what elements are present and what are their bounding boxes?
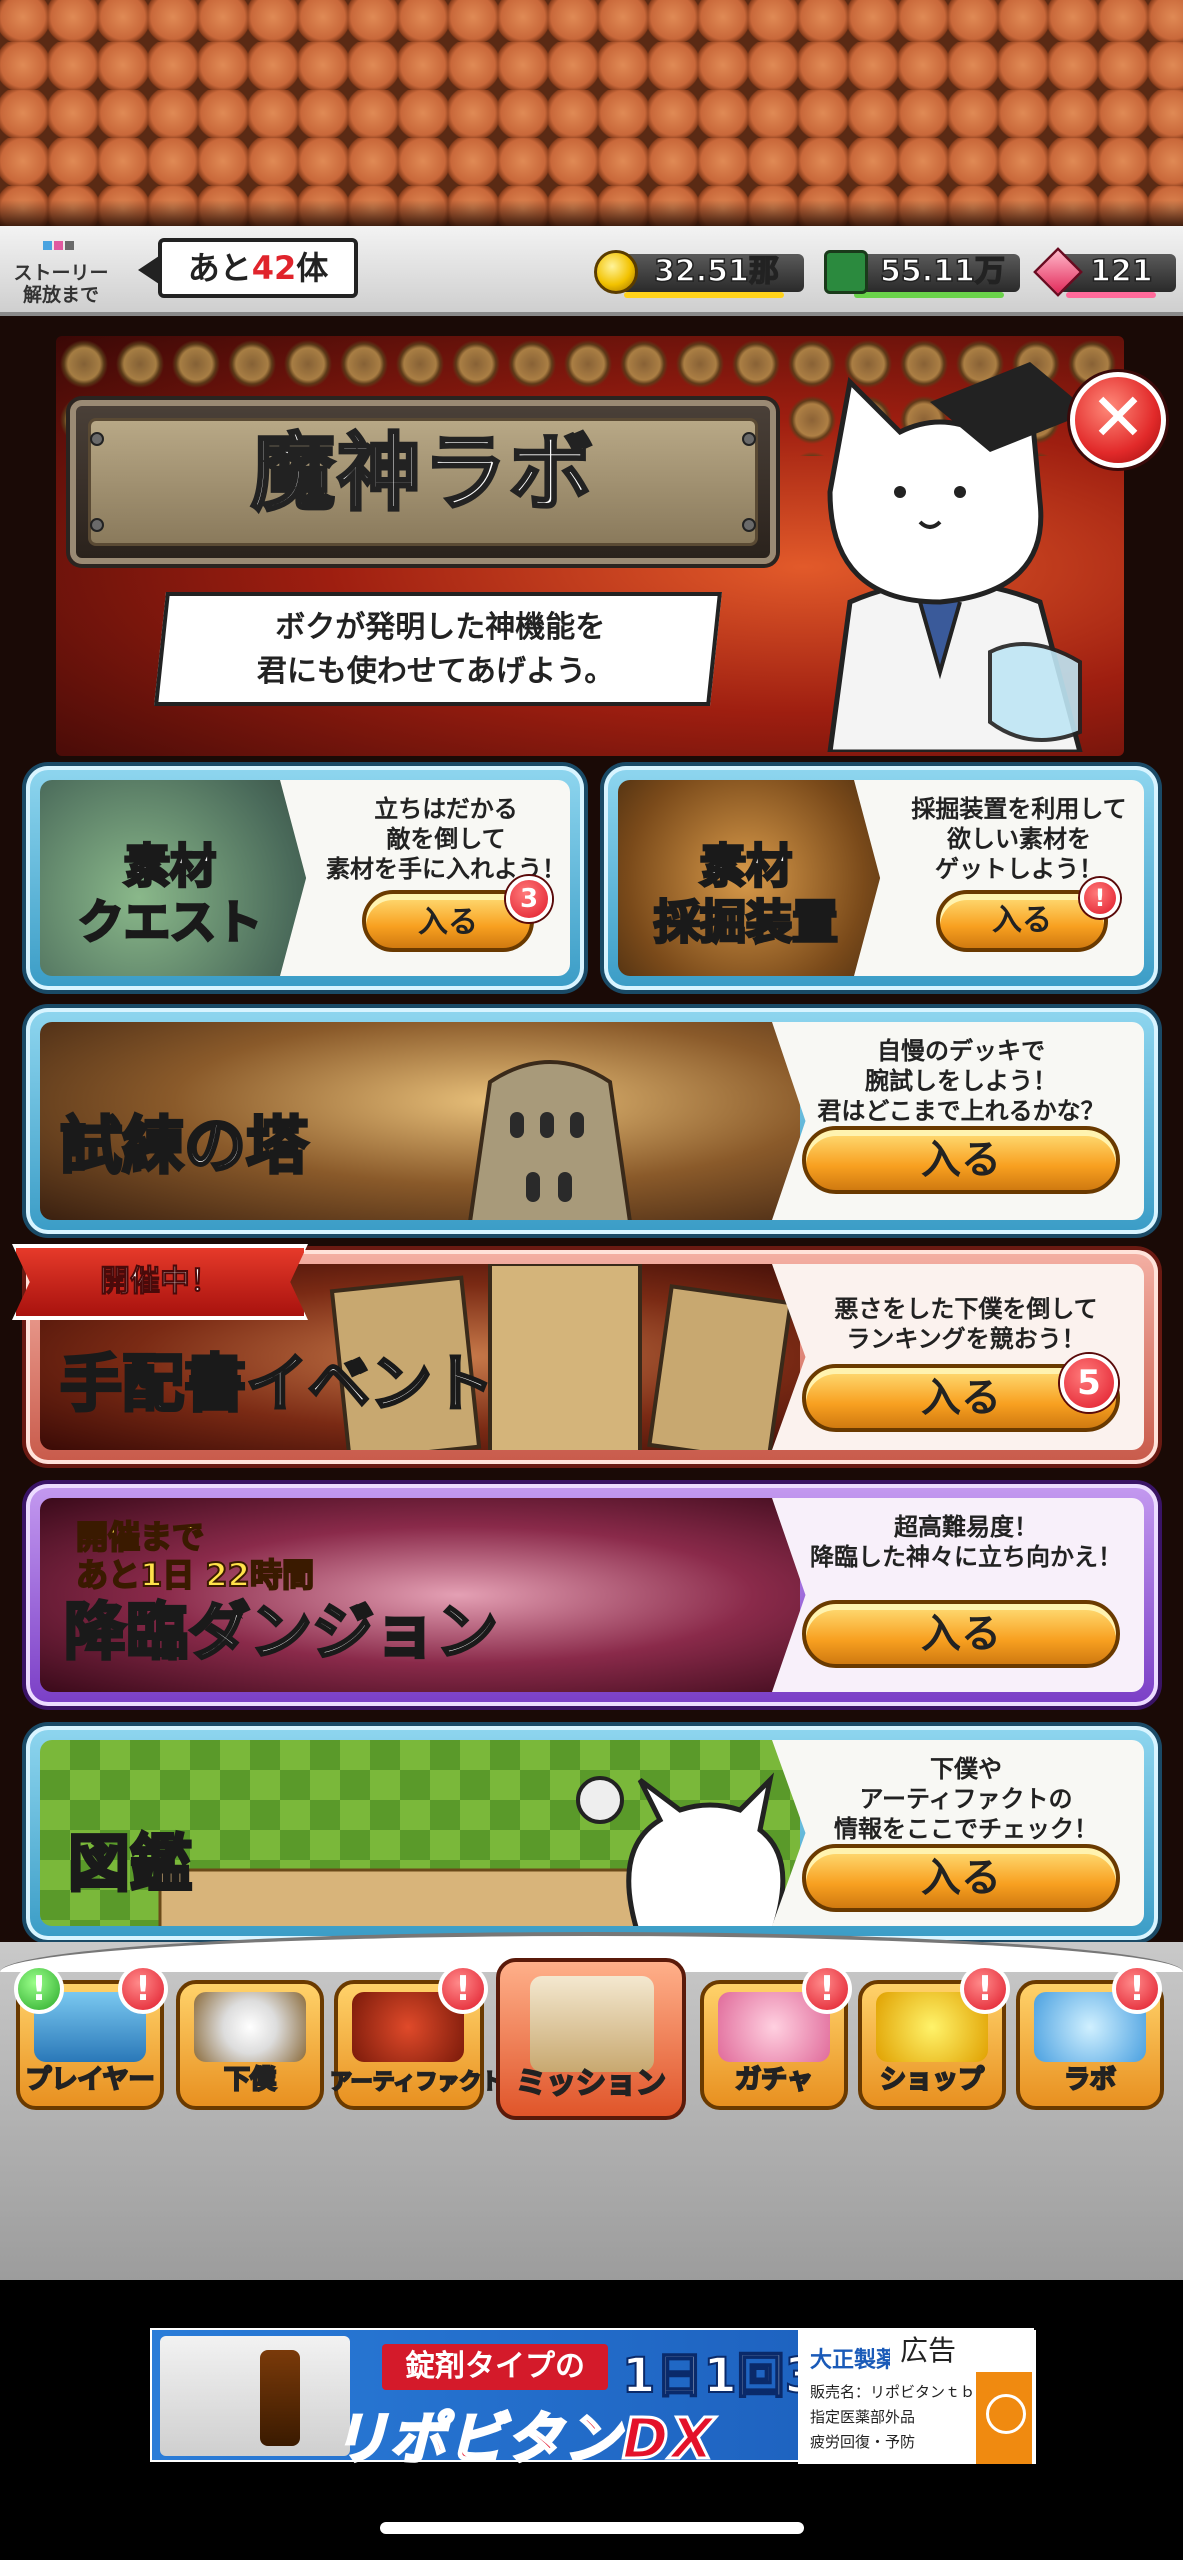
home-indicator[interactable]: [380, 2522, 804, 2534]
tab-label: ショップ: [879, 2064, 985, 2096]
remaining-count: 42: [251, 249, 297, 287]
alert-badge-icon: !: [118, 1964, 168, 2014]
ad-details: 販売名：リポビタンｔｂ 指定医薬部外品 疲労回復・予防: [810, 2383, 976, 2451]
material-mining-card[interactable]: 素材 採掘装置 採掘装置を利用して 欲しい素材を ゲットしよう！ 入る !: [604, 766, 1158, 990]
professor-cat-icon: [827, 362, 1090, 752]
trial-tower-card[interactable]: 試練の塔 自慢のデッキで 腕試しをしよう！ 君はどこまで上れるかな？ 入る: [26, 1008, 1158, 1234]
enter-button[interactable]: 入る: [802, 1844, 1120, 1912]
time-resource[interactable]: 55.11万: [824, 246, 1020, 298]
tab-label: ミッション: [515, 2065, 667, 2102]
speech-line-1: ボクが発明した神機能を: [275, 610, 606, 645]
time-value: 55.11万: [879, 253, 1005, 290]
close-button[interactable]: ✕: [1070, 372, 1166, 468]
material-quest-card[interactable]: 素材 クエスト 立ちはだかる 敵を倒して 素材を手に入れよう！ 入る 3: [26, 766, 584, 990]
card-description: 悪さをした下僕を倒して ランキングを競おう！: [834, 1295, 1098, 1353]
alert-badge-icon: !: [960, 1964, 1010, 2014]
gem-resource[interactable]: 121: [1033, 246, 1176, 298]
tab-label: アーティファクト: [329, 2069, 504, 2096]
ad-pill-text: 錠剤タイプの: [382, 2344, 608, 2390]
tab-player[interactable]: ! ! プレイヤー: [14, 1964, 168, 2110]
event-countdown: 開催まで あと1日 22時間: [75, 1517, 315, 1595]
card-description: 自慢のデッキで 腕試しをしよう！ 君はどこまで上れるかな？: [817, 1037, 1105, 1125]
tab-label: プレイヤー: [24, 2064, 155, 2096]
page-title: 魔神ラボ: [249, 423, 595, 524]
remaining-suffix: 体: [296, 249, 329, 287]
tab-artifacts[interactable]: ! アーティファクト: [329, 1964, 504, 2110]
coin-icon: [594, 250, 638, 294]
story-icon: [42, 236, 82, 264]
notification-badge: 5: [1060, 1354, 1118, 1412]
enter-button[interactable]: 入る: [802, 1126, 1120, 1194]
tab-label: ガチャ: [734, 2064, 814, 2096]
alert-badge-icon: !: [1112, 1964, 1162, 2014]
close-icon: ✕: [1090, 379, 1146, 456]
alert-badge-icon: !: [438, 1964, 488, 2014]
tab-label: ラボ: [1063, 2064, 1117, 2096]
event-active-ribbon: 開催中！: [12, 1244, 308, 1320]
card-description: 超高難易度！ 降臨した神々に立ち向かえ！: [810, 1513, 1122, 1571]
notification-badge: 3: [506, 876, 552, 922]
card-description: 採掘装置を利用して 欲しい素材を ゲットしよう！: [911, 795, 1127, 883]
card-title: 素材 クエスト: [77, 838, 264, 951]
title-plate: 魔神ラボ: [70, 400, 776, 564]
tab-missions[interactable]: ミッション: [496, 1958, 686, 2120]
card-title: 試練の塔: [58, 1108, 309, 1184]
card-title: 降臨ダンジョン: [62, 1594, 499, 1670]
tab-shop[interactable]: ! ショップ: [858, 1964, 1010, 2110]
green-alert-icon: !: [14, 1964, 64, 2014]
enter-button[interactable]: 入る: [802, 1600, 1120, 1668]
tab-servants[interactable]: 下僕: [176, 1980, 324, 2110]
card-title: 手配書イベント: [58, 1346, 495, 1422]
speech-line-2: 君にも使わせてあげよう。: [256, 654, 615, 689]
card-description: 下僕や アーティファクトの 情報をここでチェック！: [834, 1755, 1098, 1843]
bun-pattern-background: [0, 0, 1183, 230]
tab-gacha[interactable]: ! ガチャ: [700, 1964, 852, 2110]
ad-arrow-icon[interactable]: [976, 2372, 1032, 2464]
ad-banner[interactable]: 錠剤タイプの 1日1回3錠 リポビタンDX 大正製薬 販売名：リポビタンｔｂ 指定…: [150, 2328, 1036, 2474]
gold-value: 32.51那: [653, 253, 779, 290]
game-screen: { "status": { "story_label": "ストーリー\n解放ま…: [0, 0, 1183, 2560]
tab-lab[interactable]: ! ラボ: [1016, 1964, 1164, 2110]
ad-label: 広告: [890, 2330, 1016, 2372]
card-title: 図鑑: [66, 1826, 193, 1902]
product-image: [160, 2336, 350, 2456]
gold-resource[interactable]: 32.51那: [594, 246, 804, 298]
tab-label: 下僕: [223, 2064, 277, 2096]
speech-bubble: ボクが発明した神機能を 君にも使わせてあげよう。: [154, 592, 722, 706]
card-title: 素材 採掘装置: [653, 838, 840, 951]
ad-product-name: リポビタンDX: [331, 2406, 716, 2474]
servant-icon: [194, 1992, 306, 2062]
alert-badge-icon: !: [802, 1964, 852, 2014]
hourglass-icon: [824, 250, 868, 294]
story-unlock-label: ストーリー 解放まで: [13, 262, 109, 306]
gem-value: 121: [1089, 253, 1153, 290]
card-description: 立ちはだかる 敵を倒して 素材を手に入れよう！: [326, 795, 566, 883]
ad-maker: 大正製薬: [810, 2348, 899, 2373]
encyclopedia-card[interactable]: 図鑑 下僕や アーティファクトの 情報をここでチェック！ 入る: [26, 1726, 1158, 1940]
remaining-prefix: あと: [187, 249, 252, 287]
story-remaining-counter[interactable]: あと42体: [138, 238, 358, 298]
alert-badge-icon: !: [1080, 878, 1120, 918]
